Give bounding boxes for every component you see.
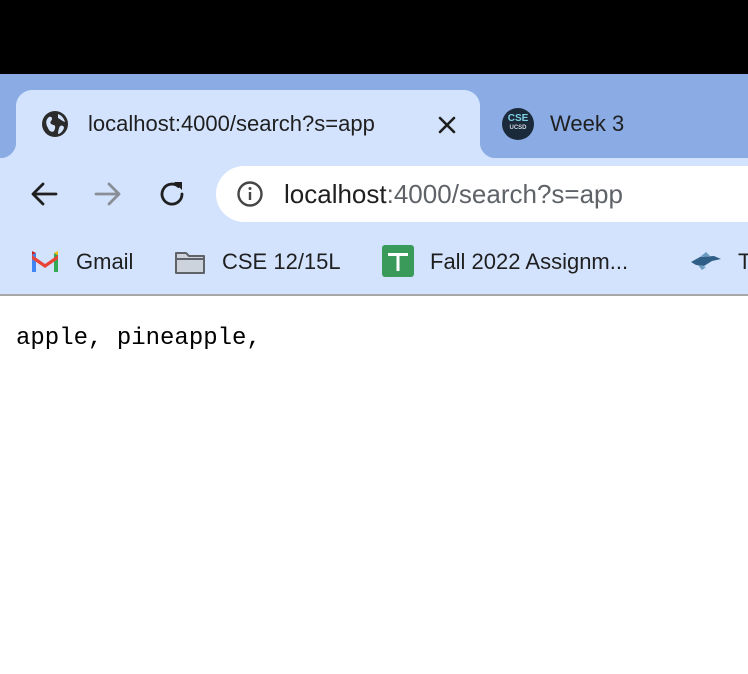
bookmarks-bar: Gmail CSE 12/15L Fall 2022 Assignm... T [0,230,748,296]
tab-title: localhost:4000/search?s=app [88,111,375,136]
page-content: apple, pineapple, [0,296,748,674]
forward-arrow-icon [94,182,121,206]
toolbar: localhost:4000/search?s=app [0,158,748,230]
sheets-icon [382,245,414,277]
bookmark-cse-12-15l[interactable]: CSE 12/15L [174,244,354,280]
bookmark-gmail[interactable]: Gmail [30,244,150,280]
bookmark-t[interactable]: T [690,244,748,280]
info-icon[interactable] [236,180,264,208]
gmail-icon [30,248,60,276]
bird-icon [690,248,721,276]
tab-title: Week 3 [550,111,625,136]
search-results-text: apple, pineapple, [16,325,261,352]
bookmark-fall-2022[interactable]: Fall 2022 Assignm... [382,244,672,280]
tab-localhost-search[interactable]: localhost:4000/search?s=app [0,90,496,158]
browser-chrome: localhost:4000/search?s=app CSE UCSD Wee… [0,74,748,296]
back-arrow-icon [31,182,58,206]
url-text: localhost:4000/search?s=app [284,179,623,209]
folder-icon [174,248,205,276]
reload-icon [160,182,184,206]
back-button[interactable] [26,176,62,212]
tab-strip: localhost:4000/search?s=app CSE UCSD Wee… [0,74,748,158]
globe-icon [40,109,70,139]
close-icon[interactable] [433,111,461,139]
forward-button[interactable] [90,176,126,212]
tab-week-3[interactable]: CSE UCSD Week 3 [486,90,748,158]
cse-ucsd-icon: CSE UCSD [502,108,534,140]
address-bar[interactable]: localhost:4000/search?s=app [216,166,748,222]
reload-button[interactable] [154,176,190,212]
screen-top-bar [0,0,748,74]
